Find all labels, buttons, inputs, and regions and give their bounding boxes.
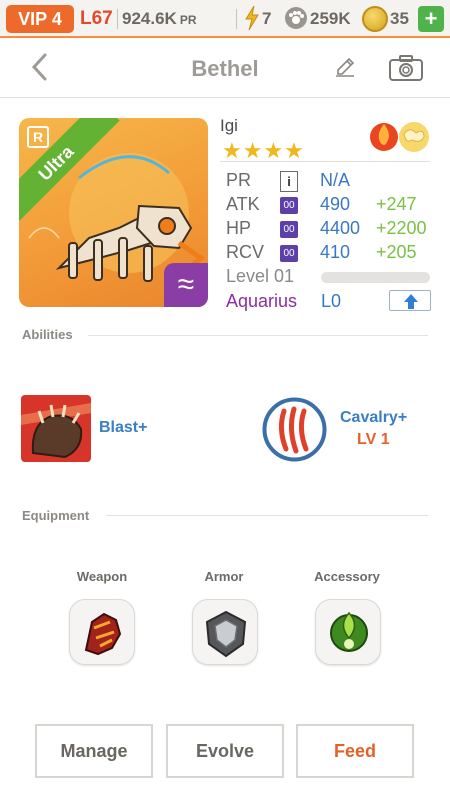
feed-button[interactable]: Feed (296, 724, 414, 778)
stat-label: ATK (226, 194, 260, 214)
armor-slot[interactable] (192, 599, 258, 665)
stat-value: 4400 (320, 218, 361, 238)
weapon-slot[interactable] (69, 599, 135, 665)
up-arrow-icon (404, 294, 418, 309)
player-level: L67 (80, 8, 113, 29)
status-bar: VIP 4 L67 924.6K PR 7 259K 35 + (0, 0, 450, 38)
upgrade-sign-button[interactable] (389, 290, 431, 311)
water-element-icon: ≈ (164, 263, 208, 307)
ability-level: LV 1 (357, 431, 390, 448)
fire-element-icon (370, 123, 398, 151)
gold-value: 35 (390, 9, 409, 28)
energy-icon (245, 6, 259, 30)
monster-name: Igi (220, 116, 238, 135)
ability-name[interactable]: Blast+ (99, 419, 147, 437)
power-suffix: PR (179, 13, 197, 27)
rarity-badge: R (27, 126, 49, 148)
equip-label: Armor (204, 569, 244, 584)
monster-card[interactable]: Ultra R ≈ (19, 118, 208, 307)
element-icons (370, 122, 429, 152)
power-rating: 924.6K PR (122, 9, 197, 29)
divider (220, 161, 430, 162)
equipment-title: Equipment (22, 508, 90, 523)
equip-label: Accessory (314, 569, 380, 584)
abilities-title: Abilities (22, 327, 73, 342)
camera-icon[interactable] (388, 54, 424, 82)
energy-value: 7 (262, 9, 272, 28)
equip-label: Weapon (76, 569, 128, 584)
power-value: 924.6K (122, 9, 177, 28)
zodiac-sign: Aquarius (226, 291, 298, 311)
edit-pencil-icon[interactable] (334, 56, 356, 78)
stat-bonus: +205 (376, 242, 417, 262)
manage-button[interactable]: Manage (35, 724, 153, 778)
stat-label: RCV (226, 242, 265, 262)
stat-tag: 00 (280, 221, 298, 238)
stat-value: 410 (320, 242, 351, 262)
level-progress-bar (321, 272, 430, 283)
info-icon[interactable]: i (280, 171, 298, 192)
vip-badge[interactable]: VIP 4 (6, 5, 74, 33)
page-title: Bethel (191, 56, 259, 81)
blast-ability-icon[interactable] (21, 395, 91, 462)
header: Bethel (0, 38, 450, 98)
stat-value: N/A (320, 170, 351, 190)
stat-bonus: +2200 (376, 218, 427, 238)
stat-label: PR (226, 170, 252, 190)
divider (88, 335, 428, 336)
gold-coin-icon (362, 6, 388, 32)
evolve-button[interactable]: Evolve (166, 724, 284, 778)
paw-icon (285, 7, 307, 29)
divider (117, 9, 118, 29)
accessory-icon (330, 611, 368, 652)
accessory-slot[interactable] (315, 599, 381, 665)
food-value: 259K (310, 9, 351, 28)
weapon-icon (84, 612, 122, 656)
stat-tag: 00 (280, 197, 298, 214)
sign-level: L0 (321, 291, 342, 311)
ability-name[interactable]: Cavalry+ (340, 409, 407, 427)
stat-bonus: +247 (376, 194, 417, 214)
divider (106, 515, 428, 516)
stat-tag: 00 (280, 245, 298, 262)
level-label: Level 01 (226, 266, 295, 286)
wind-element-icon (399, 122, 429, 152)
add-gold-button[interactable]: + (418, 6, 444, 32)
armor-icon (205, 610, 247, 658)
cavalry-ability-icon[interactable] (262, 397, 327, 462)
stat-value: 490 (320, 194, 351, 214)
stat-label: HP (226, 218, 252, 238)
divider (236, 9, 237, 29)
